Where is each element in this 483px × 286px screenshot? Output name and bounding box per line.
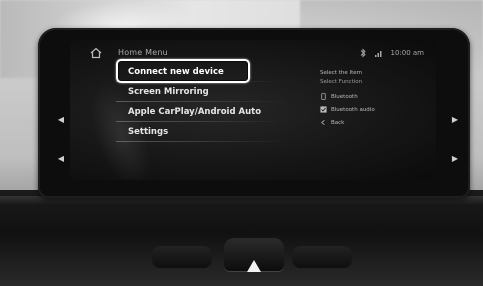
triangle-up-icon	[247, 260, 261, 272]
menu-item-label: Screen Mirroring	[128, 87, 209, 97]
menu-item-carplay-android-auto[interactable]: Apple CarPlay/Android Auto	[116, 102, 306, 122]
menu-item-settings[interactable]: Settings	[116, 122, 306, 142]
info-item-label: Bluetooth audio	[331, 106, 375, 113]
screen-header: Home Menu 10:00 am	[70, 40, 436, 64]
info-item-bluetooth-audio: Bluetooth audio	[320, 103, 430, 116]
infotainment-screen: Home Menu 10:00 am Connect new device Sc…	[70, 40, 436, 180]
menu-item-connect-new-device[interactable]: Connect new device	[116, 62, 306, 82]
phone-icon	[321, 93, 326, 100]
signal-icon	[375, 51, 382, 57]
info-panel-subheading: Select Function	[320, 79, 363, 85]
info-item-label: Back	[331, 119, 345, 126]
info-item-bluetooth: Bluetooth	[320, 90, 430, 103]
status-area: 10:00 am	[358, 48, 424, 58]
status-time: 10:00 am	[390, 49, 424, 57]
home-icon[interactable]	[90, 47, 102, 59]
photo-scene: ◀ ◀ ▶ ▶ Home Menu 10:00 am Connect new d…	[0, 0, 483, 286]
left-arrow-upper-icon[interactable]: ◀	[56, 116, 66, 126]
info-item-label: Bluetooth	[331, 93, 358, 100]
info-panel-heading: Select the Item	[320, 70, 363, 76]
menu-divider	[116, 141, 286, 142]
right-control-knob[interactable]	[292, 246, 352, 268]
info-item-back: Back	[320, 116, 430, 129]
main-menu: Connect new device Screen Mirroring Appl…	[116, 62, 306, 142]
back-icon	[321, 120, 325, 125]
info-panel: Select the Item Select Function Bluetoot…	[320, 70, 430, 129]
menu-item-label: Connect new device	[128, 67, 224, 77]
right-arrow-upper-icon[interactable]: ▶	[450, 116, 460, 126]
right-arrow-lower-icon[interactable]: ▶	[450, 155, 460, 165]
left-control-knob[interactable]	[152, 246, 212, 268]
check-icon	[320, 106, 327, 113]
bluetooth-icon	[361, 48, 367, 58]
screen-title: Home Menu	[118, 48, 168, 57]
menu-item-screen-mirroring[interactable]: Screen Mirroring	[116, 82, 306, 102]
menu-item-label: Apple CarPlay/Android Auto	[128, 107, 262, 117]
left-arrow-lower-icon[interactable]: ◀	[56, 155, 66, 165]
menu-item-label: Settings	[128, 127, 169, 137]
